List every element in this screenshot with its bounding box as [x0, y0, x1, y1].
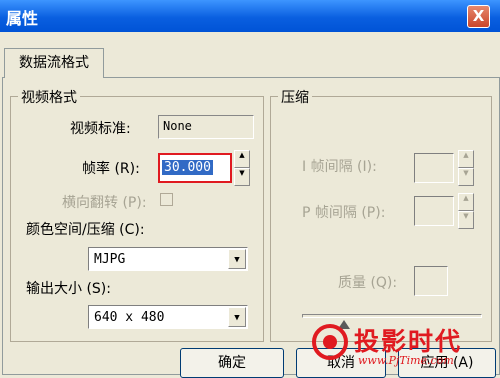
- watermark-logo-icon: [312, 324, 348, 360]
- spin-up-icon[interactable]: ▲: [458, 193, 474, 211]
- horizontal-flip-label: 横向翻转 (P):: [62, 195, 147, 211]
- color-space-select[interactable]: MJPG ▼: [88, 247, 248, 271]
- video-standard-value: None: [158, 115, 254, 139]
- i-frame-interval-input[interactable]: [414, 153, 454, 183]
- chevron-down-icon[interactable]: ▼: [228, 307, 246, 327]
- window-title: 属性: [6, 9, 39, 28]
- output-size-value: 640 x 480: [94, 310, 165, 325]
- frame-rate-label: 帧率 (R):: [82, 161, 140, 177]
- horizontal-flip-checkbox[interactable]: [160, 193, 173, 206]
- quality-input[interactable]: [414, 266, 448, 296]
- title-bar: 属性 X: [0, 0, 500, 32]
- spin-down-icon[interactable]: ▼: [234, 168, 250, 186]
- watermark-text: 投影时代: [354, 327, 463, 356]
- video-standard-label: 视频标准:: [70, 121, 131, 137]
- spin-down-icon[interactable]: ▼: [458, 211, 474, 229]
- spin-up-icon[interactable]: ▲: [234, 150, 250, 168]
- close-button[interactable]: X: [467, 5, 490, 28]
- frame-rate-spinner[interactable]: ▲ ▼: [234, 150, 250, 186]
- p-frame-interval-spinner[interactable]: ▲ ▼: [458, 193, 474, 229]
- color-space-label: 颜色空间/压缩 (C):: [26, 222, 145, 238]
- output-size-label: 输出大小 (S):: [26, 281, 111, 297]
- tab-data-stream-format[interactable]: 数据流格式: [4, 48, 104, 78]
- video-format-group-title: 视频格式: [18, 87, 80, 107]
- watermark: 投影时代 www.PjTime.com: [306, 322, 496, 372]
- chevron-down-icon[interactable]: ▼: [228, 249, 246, 269]
- quality-slider[interactable]: [302, 314, 482, 318]
- watermark-url: www.PjTime.com: [358, 354, 454, 367]
- frame-rate-value: 30.000: [162, 160, 213, 175]
- i-frame-interval-spinner[interactable]: ▲ ▼: [458, 150, 474, 186]
- spin-up-icon[interactable]: ▲: [458, 150, 474, 168]
- ok-button[interactable]: 确定: [180, 348, 284, 378]
- frame-rate-input[interactable]: 30.000: [158, 153, 232, 183]
- spin-down-icon[interactable]: ▼: [458, 168, 474, 186]
- output-size-select[interactable]: 640 x 480 ▼: [88, 305, 248, 329]
- color-space-value: MJPG: [94, 252, 126, 267]
- compression-group-title: 压缩: [278, 87, 312, 107]
- p-frame-interval-label: P 帧间隔 (P):: [302, 205, 386, 221]
- p-frame-interval-input[interactable]: [414, 196, 454, 226]
- i-frame-interval-label: I 帧间隔 (I):: [302, 159, 377, 175]
- quality-label: 质量 (Q):: [338, 275, 398, 291]
